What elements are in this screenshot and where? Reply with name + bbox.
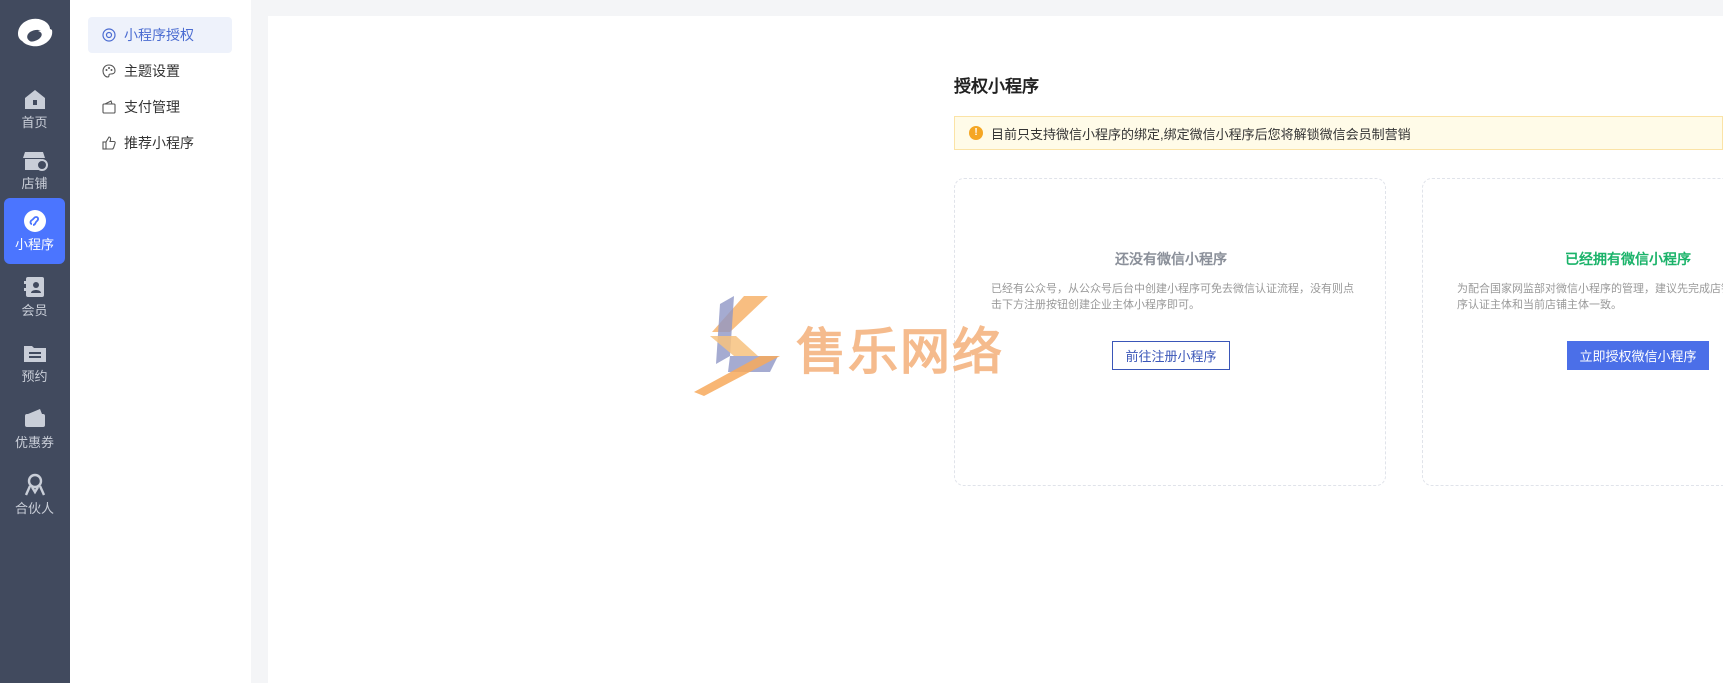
main-nav: 首页 店铺 小程序 会员 预约 优惠券 合伙人 <box>0 0 70 683</box>
wallet-icon <box>102 100 116 114</box>
appointment-icon <box>23 346 46 362</box>
submenu-item-authorize[interactable]: 小程序授权 <box>88 17 232 53</box>
submenu-item-theme[interactable]: 主题设置 <box>88 53 232 89</box>
authorize-mini-program-button[interactable]: 立即授权微信小程序 <box>1567 341 1709 370</box>
submenu-label-authorize: 小程序授权 <box>124 27 194 43</box>
card-yes-title: 已经拥有微信小程序 <box>1565 251 1691 267</box>
card-has-mini-program: 已经拥有微信小程序 为配合国家网监部对微信小程序的管理，建议先完成店铺 序认证主… <box>1422 178 1723 486</box>
page-title: 授权小程序 <box>954 77 1039 96</box>
submenu-item-payment[interactable]: 支付管理 <box>88 89 232 125</box>
nav-label-coupon: 优惠券 <box>14 435 54 450</box>
home-icon <box>24 90 45 109</box>
notice-text: 目前只支持微信小程序的绑定,绑定微信小程序后您将解锁微信会员制营销 <box>991 126 1411 142</box>
auth-icon <box>102 28 116 42</box>
warning-icon: ! <box>969 126 983 140</box>
nav-label-home: 首页 <box>21 115 48 130</box>
nav-item-appointment[interactable]: 预约 <box>4 330 65 396</box>
member-icon <box>23 277 44 297</box>
partner-icon <box>24 473 45 496</box>
notice-bar: ! 目前只支持微信小程序的绑定,绑定微信小程序后您将解锁微信会员制营销 <box>954 116 1723 150</box>
card-no-desc: 已经有公众号，从公众号后台中创建小程序可免去微信认证流程，没有则点击下方注册按钮… <box>991 283 1354 311</box>
logo-icon <box>18 18 53 47</box>
submenu-label-payment: 支付管理 <box>124 99 180 115</box>
shop-icon <box>22 152 48 171</box>
nav-label-appointment: 预约 <box>21 369 48 384</box>
submenu-label-theme: 主题设置 <box>124 63 180 79</box>
card-yes-desc-line1: 为配合国家网监部对微信小程序的管理，建议先完成店铺 <box>1457 283 1723 295</box>
nav-label-shop: 店铺 <box>21 176 48 191</box>
main-panel: 授权小程序 ! 目前只支持微信小程序的绑定,绑定微信小程序后您将解锁微信会员制营… <box>268 16 1723 683</box>
nav-item-mini-program[interactable]: 小程序 <box>4 198 65 264</box>
nav-label-partner: 合伙人 <box>14 501 54 516</box>
palette-icon <box>102 64 116 78</box>
card-yes-desc: 为配合国家网监部对微信小程序的管理，建议先完成店铺 序认证主体和当前店铺主体一致… <box>1457 281 1723 313</box>
coupon-icon <box>24 409 45 427</box>
nav-label-mini-program: 小程序 <box>14 237 54 252</box>
nav-item-member[interactable]: 会员 <box>4 264 65 330</box>
submenu-label-recommend: 推荐小程序 <box>124 135 194 151</box>
register-mini-program-button[interactable]: 前往注册小程序 <box>1112 341 1230 370</box>
mini-program-icon <box>23 210 46 232</box>
card-no-mini-program: 还没有微信小程序 已经有公众号，从公众号后台中创建小程序可免去微信认证流程，没有… <box>954 178 1386 486</box>
nav-item-shop[interactable]: 店铺 <box>4 137 65 203</box>
nav-item-home[interactable]: 首页 <box>4 76 65 142</box>
card-no-title: 还没有微信小程序 <box>1115 251 1227 267</box>
submenu: 小程序授权 主题设置 支付管理 推荐小程序 <box>70 0 251 683</box>
nav-label-member: 会员 <box>21 303 48 318</box>
submenu-item-recommend[interactable]: 推荐小程序 <box>88 125 232 161</box>
nav-item-coupon[interactable]: 优惠券 <box>4 396 65 462</box>
nav-item-partner[interactable]: 合伙人 <box>4 462 65 528</box>
thumbs-up-icon <box>102 136 116 150</box>
card-yes-desc-line2: 序认证主体和当前店铺主体一致。 <box>1457 299 1622 311</box>
